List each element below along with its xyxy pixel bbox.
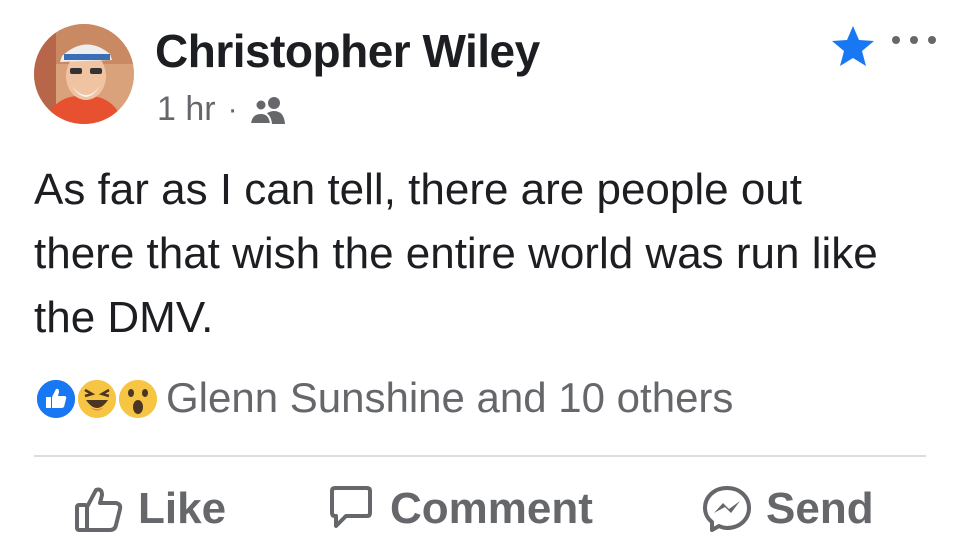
- send-label: Send: [766, 484, 874, 533]
- facebook-post: Christopher Wiley 1 hr · As far as I can…: [0, 0, 960, 548]
- messenger-icon: [703, 486, 751, 532]
- post-body: As far as I can tell, there are people o…: [34, 165, 878, 342]
- post-time[interactable]: 1 hr: [157, 90, 216, 129]
- reactions-summary[interactable]: Glenn Sunshine and 10 others: [34, 370, 733, 426]
- send-button[interactable]: Send: [702, 470, 874, 548]
- like-button[interactable]: Like: [74, 470, 226, 548]
- comment-icon: [330, 486, 372, 528]
- comment-button[interactable]: Comment: [326, 470, 593, 548]
- reaction-icons: [34, 373, 162, 423]
- wow-reaction-icon: [116, 377, 160, 421]
- thumbs-up-icon: [75, 487, 123, 532]
- star-icon[interactable]: [830, 24, 876, 68]
- reactions-names[interactable]: Glenn Sunshine and 10 others: [166, 374, 733, 422]
- avatar-photo: [34, 24, 134, 124]
- author-name[interactable]: Christopher Wiley: [155, 24, 540, 78]
- like-reaction-icon: [34, 377, 78, 421]
- post-actions: Like Comment Send: [0, 470, 960, 548]
- comment-label: Comment: [390, 484, 593, 533]
- meta-separator: ·: [227, 92, 238, 126]
- post-meta: 1 hr ·: [157, 90, 288, 129]
- haha-reaction-icon: [75, 377, 119, 421]
- friends-icon[interactable]: [248, 94, 288, 126]
- more-options-icon[interactable]: [892, 30, 936, 50]
- like-label: Like: [138, 484, 227, 533]
- avatar[interactable]: [34, 24, 134, 124]
- divider: [34, 455, 926, 457]
